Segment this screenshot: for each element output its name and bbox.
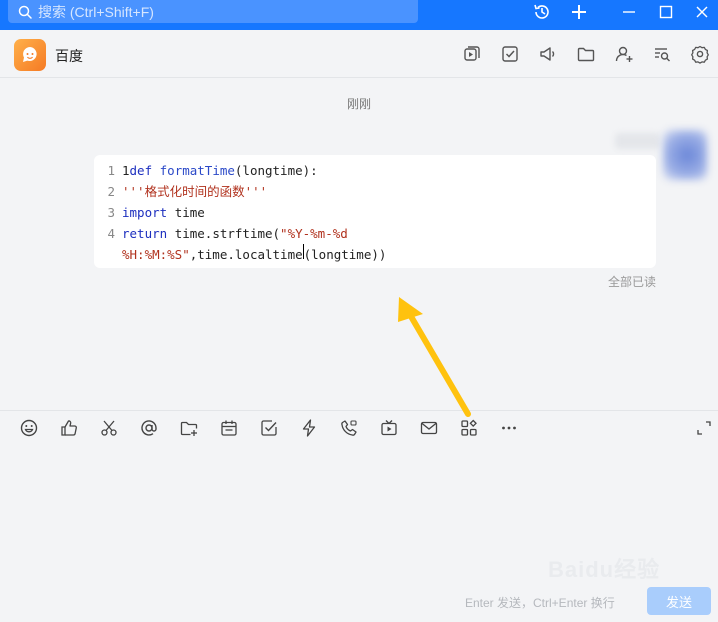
sender-name-blurred bbox=[615, 133, 660, 149]
title-bar bbox=[0, 0, 718, 30]
task-icon[interactable] bbox=[498, 42, 522, 66]
announcement-icon[interactable] bbox=[536, 42, 560, 66]
thumbs-up-icon[interactable] bbox=[57, 416, 81, 440]
code-line: 3 import time bbox=[94, 202, 386, 223]
plus-icon[interactable] bbox=[567, 1, 591, 23]
code-token: %H:%M:%S" bbox=[122, 247, 190, 262]
sender-avatar-blurred[interactable] bbox=[663, 130, 707, 180]
code-message-bubble[interactable]: 1 1 def formatTime (longtime): 2 '''格式化时间的函数'… bbox=[94, 155, 656, 268]
line-number bbox=[94, 244, 122, 265]
code-token: def bbox=[129, 163, 160, 178]
line-number: 1 bbox=[107, 163, 115, 178]
code-line: 2 '''格式化时间的函数''' bbox=[94, 181, 386, 202]
history-icon[interactable] bbox=[530, 1, 554, 23]
search-input[interactable] bbox=[38, 3, 398, 20]
emoji-icon[interactable] bbox=[17, 416, 41, 440]
line-number: 2 bbox=[107, 184, 115, 199]
code-token: time bbox=[174, 205, 205, 220]
code-token: import bbox=[122, 205, 175, 220]
line-number: 4 bbox=[107, 226, 115, 241]
code-line: 4 return time.strftime("%Y-%m-%d bbox=[94, 223, 386, 244]
code-token: (longtime): bbox=[234, 163, 318, 178]
code-token: return bbox=[122, 226, 175, 241]
checkbox-icon[interactable] bbox=[257, 416, 281, 440]
baidu-watermark: Baidu经验 bbox=[548, 557, 661, 582]
lightning-icon[interactable] bbox=[297, 416, 321, 440]
minimize-icon[interactable] bbox=[617, 1, 641, 23]
at-icon[interactable] bbox=[137, 416, 161, 440]
screen-share-icon[interactable] bbox=[460, 42, 484, 66]
code-token: formatTime bbox=[159, 163, 235, 178]
annotation-arrow bbox=[398, 297, 471, 417]
code-token: ,time.localtime bbox=[189, 247, 303, 262]
add-member-icon[interactable] bbox=[612, 42, 636, 66]
code-line: %H:%M:%S" ,time.localtime (longtime)) bbox=[94, 244, 386, 265]
code-line: 1 1 def formatTime (longtime): bbox=[94, 160, 386, 181]
chat-search-icon[interactable] bbox=[650, 42, 674, 66]
line-number: 3 bbox=[107, 205, 115, 220]
more-icon[interactable] bbox=[497, 416, 521, 440]
message-timestamp: 刚刚 bbox=[346, 97, 371, 111]
chat-header: 百度 bbox=[0, 30, 718, 78]
tv-icon[interactable] bbox=[377, 416, 401, 440]
code-token: 1 bbox=[122, 163, 130, 178]
scissors-icon[interactable] bbox=[97, 416, 121, 440]
apps-icon[interactable] bbox=[457, 416, 481, 440]
folder-add-icon[interactable] bbox=[177, 416, 201, 440]
avatar[interactable] bbox=[14, 39, 46, 71]
search-icon bbox=[18, 5, 32, 19]
expand-icon[interactable] bbox=[692, 416, 716, 440]
search-box[interactable] bbox=[8, 0, 418, 23]
settings-icon[interactable] bbox=[688, 42, 712, 66]
phone-icon[interactable] bbox=[337, 416, 361, 440]
code-block: 1 1 def formatTime (longtime): 2 '''格式化时间的函数'… bbox=[94, 160, 386, 265]
code-token: '''格式化时间的函数''' bbox=[122, 184, 268, 199]
calendar-icon[interactable] bbox=[217, 416, 241, 440]
folder-icon[interactable] bbox=[574, 42, 598, 66]
code-token: (longtime)) bbox=[303, 247, 387, 262]
read-status: 全部已读 bbox=[608, 275, 657, 289]
code-token: time.strftime( bbox=[174, 226, 281, 241]
send-button[interactable]: 发送 bbox=[647, 587, 711, 615]
code-token: "%Y-%m-%d bbox=[280, 226, 348, 241]
send-hint: Enter 发送，Ctrl+Enter 换行 bbox=[465, 596, 615, 610]
chat-bubble-icon bbox=[23, 47, 37, 62]
mail-icon[interactable] bbox=[417, 416, 441, 440]
page-title: 百度 bbox=[55, 48, 83, 64]
maximize-icon[interactable] bbox=[654, 1, 678, 23]
close-icon[interactable] bbox=[690, 1, 714, 23]
toolbar-divider bbox=[0, 410, 718, 411]
